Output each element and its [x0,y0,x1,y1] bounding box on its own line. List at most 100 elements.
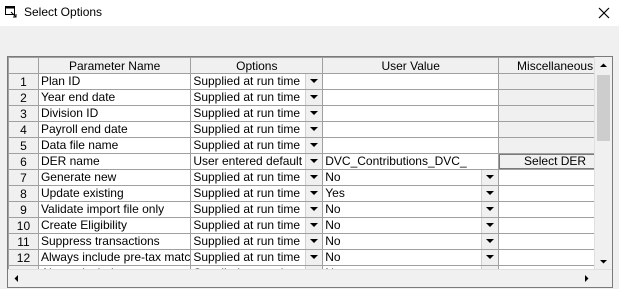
parameter-name-cell: Create Eligibility [37,217,192,234]
close-button[interactable] [589,0,619,26]
chevron-down-icon [486,223,495,227]
parameter-name: Suppress transactions [40,234,160,249]
options-cell[interactable]: Supplied at run time [190,89,324,106]
parameter-name: Plan ID [40,74,81,89]
options-cell[interactable]: User entered default [190,153,324,170]
user-value-dropdown-button[interactable] [481,218,498,233]
options-table: Parameter Name Options User Value Miscel… [8,57,612,282]
vertical-scrollbar[interactable] [594,57,612,270]
chevron-down-icon [486,239,495,243]
column-header-user-value[interactable]: User Value [322,57,500,74]
option-value: Supplied at run time [193,170,301,185]
user-value: Yes [325,186,345,201]
parameter-name-cell: Suppress transactions [37,233,192,250]
chevron-down-icon [310,159,319,163]
scroll-down-icon[interactable] [595,253,612,270]
options-dropdown-button[interactable] [305,202,322,217]
option-value: Supplied at run time [193,122,301,137]
options-cell[interactable]: Supplied at run time [190,121,324,138]
user-value-cell[interactable]: No [322,201,500,218]
user-value-cell[interactable] [322,121,500,138]
user-value-dropdown-button[interactable] [481,202,498,217]
options-dropdown-button[interactable] [305,186,322,201]
user-value-cell[interactable]: No [322,233,500,250]
options-dropdown-button[interactable] [305,170,322,185]
chevron-down-icon [310,223,319,227]
options-cell[interactable]: Supplied at run time [190,185,324,202]
scroll-right-icon[interactable] [578,270,595,287]
options-dropdown-button[interactable] [305,250,322,265]
chevron-down-icon [486,191,495,195]
row-number: 6 [8,153,39,170]
close-icon [598,7,610,19]
chevron-down-icon [310,175,319,179]
user-value-cell[interactable]: DVC_Contributions_DVC_ [322,153,500,170]
options-cell[interactable]: Supplied at run time [190,137,324,154]
options-dropdown-button[interactable] [305,218,322,233]
options-cell[interactable]: Supplied at run time [190,105,324,122]
app-window-icon [5,6,17,18]
user-value-cell[interactable] [322,105,500,122]
user-value-cell[interactable] [322,137,500,154]
user-value-dropdown-button[interactable] [481,186,498,201]
column-header-options[interactable]: Options [190,57,324,74]
options-cell[interactable]: Supplied at run time [190,233,324,250]
option-value: Supplied at run time [193,138,301,153]
user-value-dropdown-button[interactable] [481,170,498,185]
chevron-down-icon [310,143,319,147]
row-number: 9 [8,201,39,218]
horizontal-scrollbar[interactable] [8,269,612,287]
row-number: 5 [8,137,39,154]
user-value-cell[interactable] [322,89,500,106]
parameter-name-cell: Year end date [37,89,192,106]
chevron-down-icon [486,255,495,259]
parameter-name-cell: Division ID [37,105,192,122]
options-cell[interactable]: Supplied at run time [190,169,324,186]
user-value-cell[interactable]: No [322,217,500,234]
user-value-cell[interactable]: No [322,249,500,266]
vertical-scroll-thumb[interactable] [597,75,610,141]
parameter-name: Validate import file only [40,202,165,217]
user-value-cell[interactable]: No [322,169,500,186]
corner-cell [8,57,39,74]
parameter-name: Year end date [40,90,116,105]
parameter-name-cell: Generate new [37,169,192,186]
user-value-dropdown-button[interactable] [481,234,498,249]
parameter-name: Payroll end date [40,122,128,137]
options-cell[interactable]: Supplied at run time [190,201,324,218]
row-number: 12 [8,249,39,266]
user-value-cell[interactable] [322,73,500,90]
options-cell[interactable]: Supplied at run time [190,217,324,234]
option-value: Supplied at run time [193,234,301,249]
chevron-down-icon [310,191,319,195]
user-value-dropdown-button[interactable] [481,250,498,265]
options-cell[interactable]: Supplied at run time [190,249,324,266]
table-row: 11 Suppress transactions Supplied at run t… [8,233,612,250]
options-grid[interactable]: Parameter Name Options User Value Miscel… [7,56,613,288]
option-value: User entered default [193,154,303,169]
options-dropdown-button[interactable] [305,122,322,137]
options-cell[interactable]: Supplied at run time [190,73,324,90]
options-dropdown-button[interactable] [305,74,322,89]
column-header-parameter-name[interactable]: Parameter Name [37,57,192,74]
table-row: 5 Data file name Supplied at run time [8,137,612,154]
table-row: 12 Always include pre-tax matc Supplied at… [8,249,612,266]
chevron-down-icon [486,207,495,211]
parameter-name-cell: Data file name [37,137,192,154]
scroll-up-icon[interactable] [595,57,612,74]
options-dropdown-button[interactable] [305,106,322,121]
option-value: Supplied at run time [193,250,301,265]
user-value-cell[interactable]: Yes [322,185,500,202]
options-dropdown-button[interactable] [305,90,322,105]
table-row: 8 Update existing Supplied at run time Yes [8,185,612,202]
row-number: 4 [8,121,39,138]
row-number: 11 [8,233,39,250]
chevron-down-icon [486,175,495,179]
options-dropdown-button[interactable] [305,138,322,153]
row-number: 3 [8,105,39,122]
table-row: 6 DER name User entered default DVC_Contrib… [8,153,612,170]
option-value: Supplied at run time [193,218,301,233]
options-dropdown-button[interactable] [305,154,322,169]
scroll-left-icon[interactable] [8,270,25,287]
options-dropdown-button[interactable] [305,234,322,249]
